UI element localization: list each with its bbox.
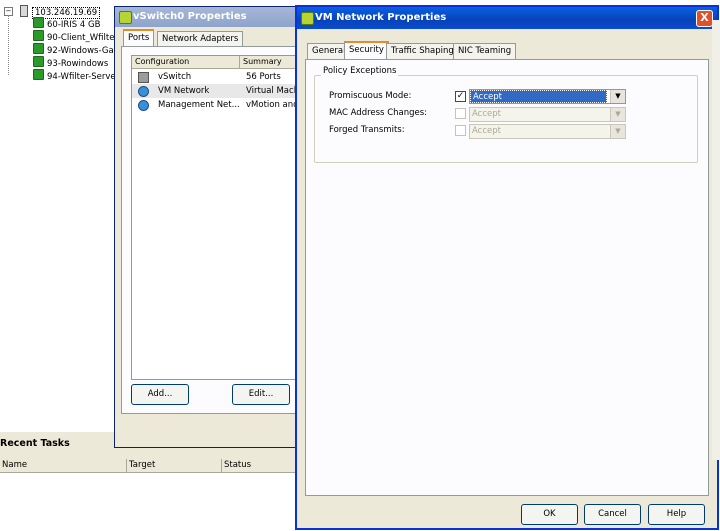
forged-transmits-checkbox[interactable] [455,125,466,136]
policy-exceptions-label: Policy Exceptions [321,66,399,76]
column-header-name[interactable]: Name [0,459,127,473]
chevron-down-icon[interactable]: ▼ [610,108,625,121]
promiscuous-mode-select[interactable]: Accept ▼ [469,89,626,104]
help-button[interactable]: Help [648,504,705,525]
tree-item-vm[interactable]: 60-IRIS 4 GB [33,17,100,30]
mac-address-changes-select[interactable]: Accept ▼ [469,107,626,122]
tab-security[interactable]: Security [344,41,389,60]
vswitch-properties-dialog: vSwitch0 Properties Ports Network Adapte… [114,6,307,448]
add-button[interactable]: Add... [131,384,189,405]
vm-icon [33,17,44,28]
tab-nic-teaming[interactable]: NIC Teaming [453,43,517,59]
vsphere-app-icon [301,12,314,25]
tree-item-vm[interactable]: 90-Client_Wfilter [33,30,118,43]
ports-list[interactable]: Configuration Summary vSwitch 56 Ports V… [131,55,304,380]
vsphere-app-icon [119,11,132,24]
vm-dialog-titlebar[interactable]: VM Network Properties X [297,7,717,29]
tab-network-adapters[interactable]: Network Adapters [157,31,244,47]
vm-dialog-title: VM Network Properties [315,12,447,23]
vm-icon [33,56,44,67]
chevron-down-icon[interactable]: ▼ [610,125,625,138]
close-icon[interactable]: X [696,10,713,27]
promiscuous-mode-label: Promiscuous Mode: [329,91,412,101]
tree-connector [8,15,9,75]
recent-tasks-title: Recent Tasks [0,438,70,449]
tab-traffic-shaping[interactable]: Traffic Shaping [386,43,459,59]
ok-button[interactable]: OK [521,504,578,525]
forged-transmits-select[interactable]: Accept ▼ [469,124,626,139]
mac-address-changes-label: MAC Address Changes: [329,108,428,118]
vm-icon [33,69,44,80]
tree-item-vm[interactable]: 92-Windows-Gam [33,43,122,56]
cancel-button[interactable]: Cancel [584,504,641,525]
list-item[interactable]: Management Net... vMotion and [132,98,302,112]
network-icon [138,86,149,97]
column-header-configuration[interactable]: Configuration [132,56,240,69]
vm-network-properties-dialog: VM Network Properties X General Security… [295,5,719,530]
chevron-down-icon[interactable]: ▼ [610,90,625,103]
promiscuous-mode-checkbox[interactable]: ✓ [455,91,466,102]
forged-transmits-label: Forged Transmits: [329,125,405,135]
host-server-icon [20,5,28,17]
column-header-target[interactable]: Target [127,459,222,473]
list-item[interactable]: VM Network Virtual Machi [132,84,302,98]
background-scrollbar[interactable] [712,20,720,460]
edit-button[interactable]: Edit... [232,384,290,405]
inventory-tree: − 103.246.19.69 60-IRIS 4 GB 90-Client_W… [0,0,122,430]
tree-item-vm[interactable]: 93-Rowindows [33,56,108,69]
management-network-icon [138,100,149,111]
vswitch-dialog-title: vSwitch0 Properties [133,11,247,22]
vm-icon [33,30,44,41]
mac-address-changes-checkbox[interactable] [455,108,466,119]
tree-item-vm[interactable]: 94-Wfilter-Serve [33,69,116,82]
vm-icon [33,43,44,54]
switch-icon [138,72,149,83]
vswitch-dialog-titlebar[interactable]: vSwitch0 Properties [115,7,305,27]
column-header-status[interactable]: Status [222,459,299,473]
list-item[interactable]: vSwitch 56 Ports [132,70,302,84]
